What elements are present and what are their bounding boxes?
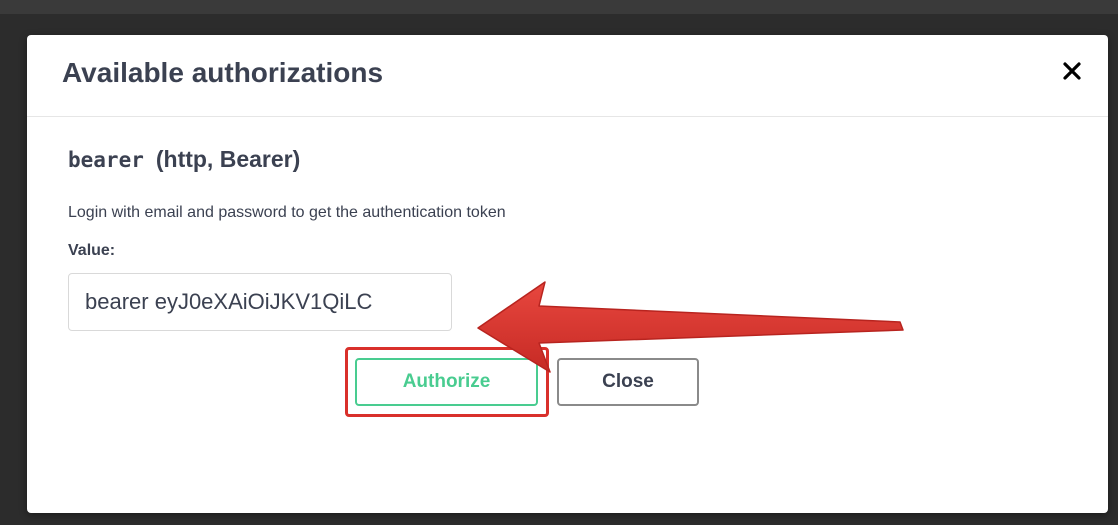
background-strip bbox=[0, 0, 1118, 14]
scheme-description: Login with email and password to get the… bbox=[68, 204, 506, 221]
close-button[interactable]: Close bbox=[557, 358, 699, 406]
scheme-type: (http, Bearer) bbox=[155, 146, 301, 172]
value-label: Value: bbox=[68, 242, 116, 259]
modal-header: Available authorizations bbox=[27, 35, 1108, 117]
modal-title: Available authorizations bbox=[62, 57, 384, 88]
authorize-button[interactable]: Authorize bbox=[355, 358, 538, 406]
scheme-heading: bearer (http, Bearer) bbox=[68, 146, 300, 173]
token-value-input[interactable] bbox=[68, 273, 452, 331]
close-icon[interactable] bbox=[1060, 59, 1084, 83]
scheme-name: bearer bbox=[68, 148, 144, 172]
